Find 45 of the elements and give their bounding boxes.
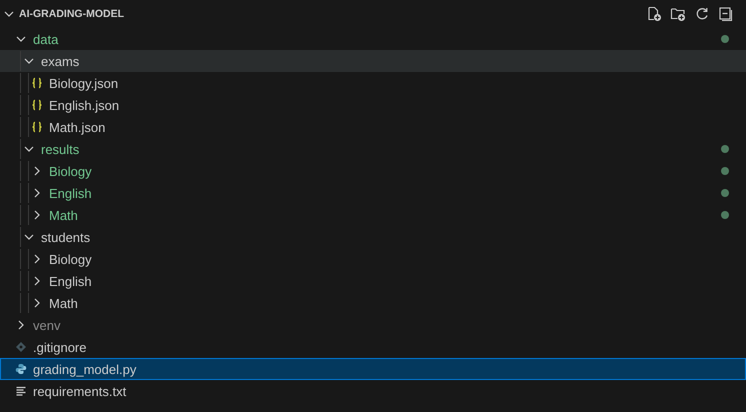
tree-item[interactable]: Math: [0, 292, 746, 314]
braces-icon: [31, 77, 43, 89]
file-name: Biology.json: [49, 76, 118, 90]
python-icon: [15, 363, 27, 375]
folder-name: data: [33, 32, 58, 46]
file-name: requirements.txt: [33, 384, 126, 398]
folder-name: Math: [49, 296, 78, 310]
tree-item[interactable]: Biology: [0, 160, 746, 182]
tree-item[interactable]: requirements.txt: [0, 380, 746, 402]
tree-item[interactable]: venv: [0, 314, 746, 336]
file-name: grading_model.py: [33, 362, 136, 376]
file-name: English.json: [49, 98, 120, 112]
folder-name: English: [49, 186, 92, 200]
folder-name: English: [49, 274, 92, 288]
refresh-icon[interactable]: [694, 6, 710, 22]
tree-item[interactable]: students: [0, 226, 746, 248]
tree-item[interactable]: .gitignore: [0, 336, 746, 358]
diamond-icon: [15, 341, 27, 353]
tree-item[interactable]: grading_model.py: [0, 358, 746, 380]
tree-item[interactable]: English: [0, 270, 746, 292]
file-name: Math.json: [49, 120, 106, 134]
file-name: .gitignore: [33, 340, 86, 354]
tree-item[interactable]: English: [0, 182, 746, 204]
tree-item[interactable]: Biology.json: [0, 72, 746, 94]
folder-name: venv: [33, 318, 60, 332]
folder-name: Math: [49, 208, 78, 222]
project-title: AI-GRADING-MODEL: [19, 8, 124, 20]
collapse-all-icon[interactable]: [718, 6, 734, 22]
folder-name: Biology: [49, 252, 92, 266]
tree-item[interactable]: data: [0, 28, 746, 50]
tree-item[interactable]: Biology: [0, 248, 746, 270]
folder-name: results: [41, 142, 80, 156]
folder-name: students: [41, 230, 90, 244]
tree-item[interactable]: Math.json: [0, 116, 746, 138]
folder-name: exams: [41, 54, 80, 68]
braces-icon: [31, 121, 43, 133]
tree-item[interactable]: Math: [0, 204, 746, 226]
tree-item[interactable]: results: [0, 138, 746, 160]
tree-item[interactable]: exams: [0, 50, 746, 72]
new-file-icon[interactable]: [646, 6, 662, 22]
new-folder-icon[interactable]: [670, 6, 686, 22]
lines-icon: [15, 385, 27, 397]
folder-name: Biology: [49, 164, 92, 178]
tree-item[interactable]: English.json: [0, 94, 746, 116]
braces-icon: [31, 99, 43, 111]
